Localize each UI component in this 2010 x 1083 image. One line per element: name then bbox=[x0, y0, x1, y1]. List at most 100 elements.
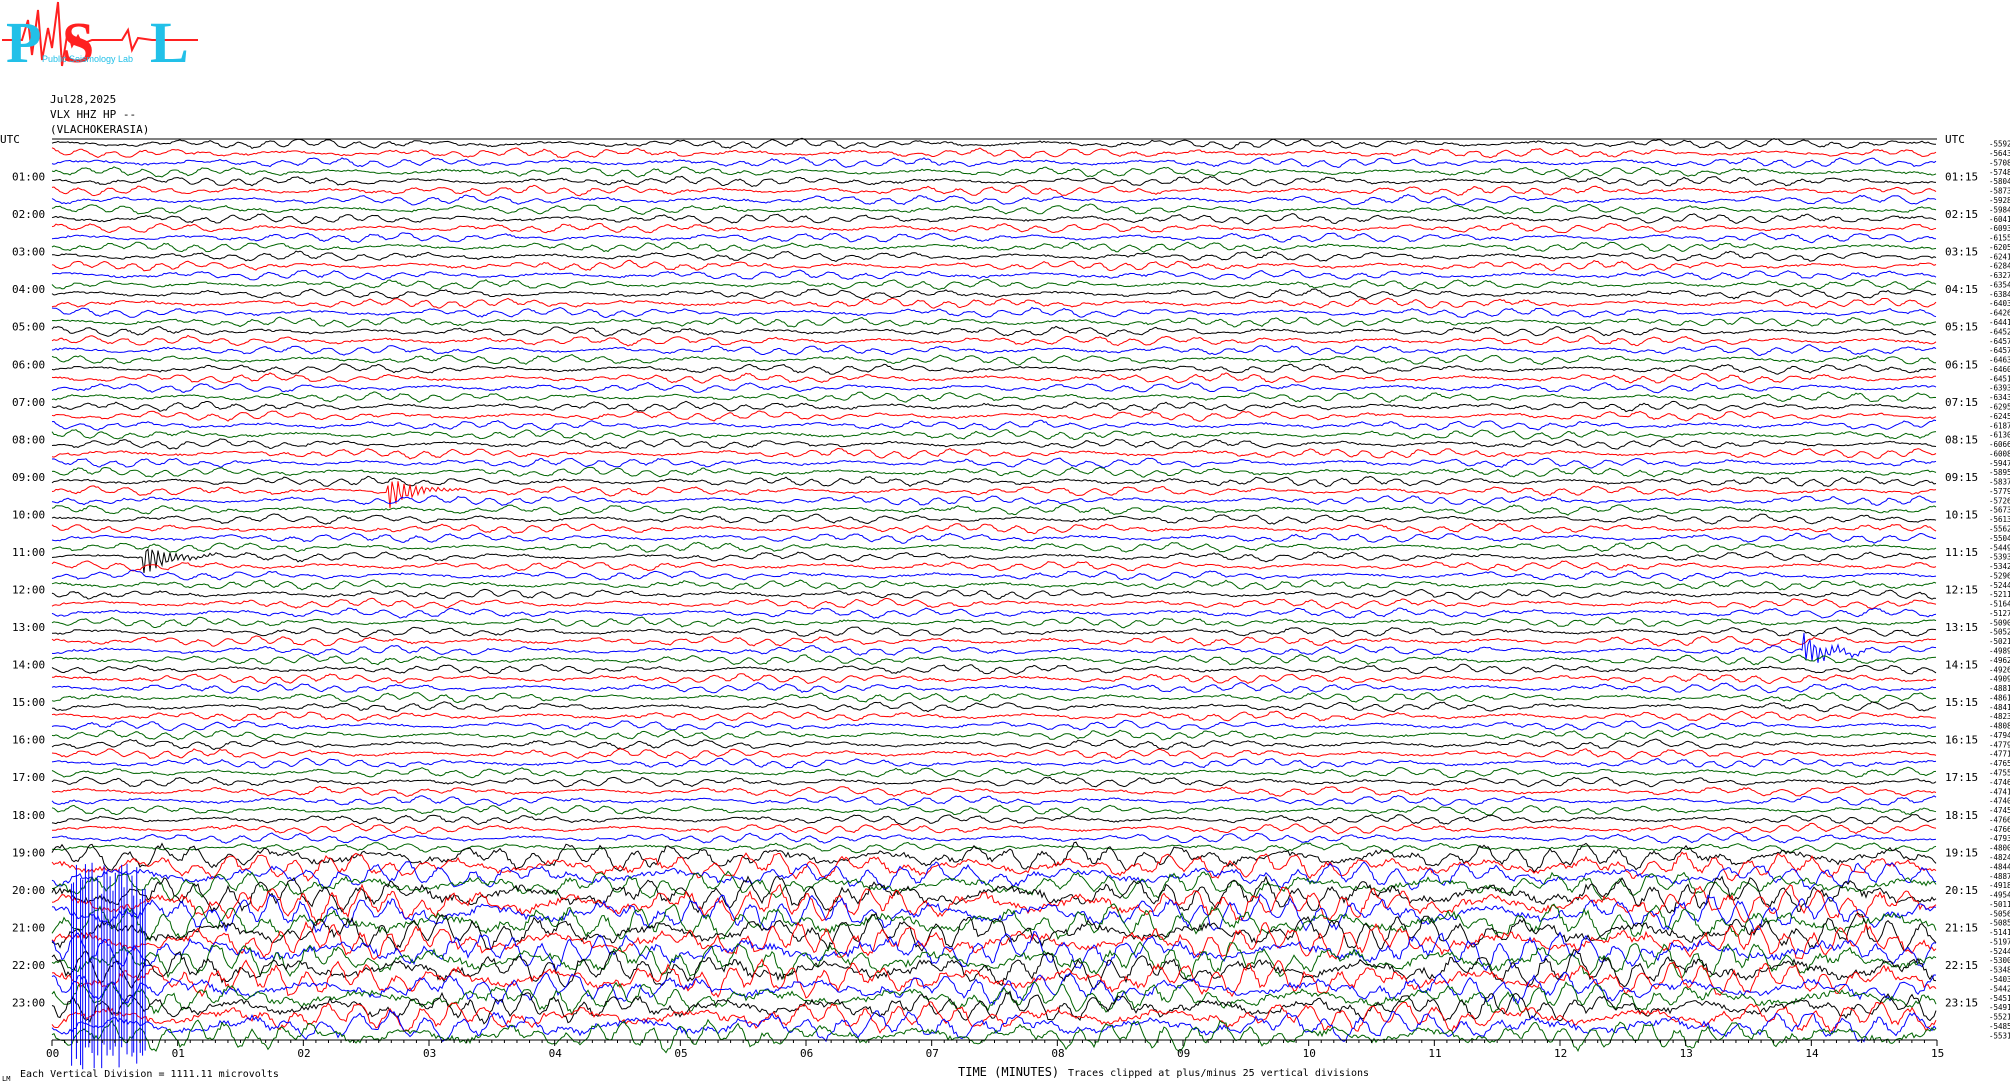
y-tick-label-left: 03:00 bbox=[12, 246, 45, 259]
y-tick-label-right: 07:15 bbox=[1945, 396, 1978, 409]
trace-offset-label: -6205 bbox=[1989, 243, 2010, 252]
trace-offset-label: -5531 bbox=[1989, 1031, 2010, 1040]
y-tick-label-left: 21:00 bbox=[12, 921, 45, 934]
seismic-trace bbox=[51, 626, 1937, 638]
y-tick-label-left: 18:00 bbox=[12, 809, 45, 822]
trace-offset-label: -4823 bbox=[1989, 712, 2010, 721]
y-tick-label-left: 02:00 bbox=[12, 208, 45, 221]
seismic-trace bbox=[51, 503, 1937, 516]
seismic-trace bbox=[51, 137, 1936, 150]
seismic-trace bbox=[51, 804, 1937, 816]
seismic-trace bbox=[52, 673, 1937, 685]
y-tick-label-right: 12:15 bbox=[1945, 584, 1978, 597]
seismic-trace bbox=[51, 175, 1937, 188]
trace-offset-label: -5873 bbox=[1989, 187, 2010, 196]
x-tick-label: 05 bbox=[674, 1047, 687, 1060]
y-tick-label-left: 04:00 bbox=[12, 283, 45, 296]
trace-offset-label: -5708 bbox=[1989, 158, 2010, 167]
seismic-trace bbox=[51, 400, 1937, 413]
y-tick-label-left: 13:00 bbox=[12, 621, 45, 634]
trace-offset-label: -6066 bbox=[1989, 440, 2010, 449]
trace-offset-label: -5141 bbox=[1989, 928, 2010, 937]
x-tick-label: 01 bbox=[172, 1047, 185, 1060]
y-tick-label-left: 16:00 bbox=[12, 734, 45, 747]
y-tick-label-left: 10:00 bbox=[12, 508, 45, 521]
trace-offset-label: -5348 bbox=[1989, 966, 2010, 975]
y-tick-label-right: 13:15 bbox=[1945, 621, 1978, 634]
y-tick-label-left: 19:00 bbox=[12, 846, 45, 859]
trace-offset-label: -5164 bbox=[1989, 600, 2010, 609]
seismic-trace bbox=[51, 560, 1937, 572]
seismic-trace bbox=[51, 166, 1937, 178]
trace-offset-label: -6343 bbox=[1989, 393, 2010, 402]
y-tick-label-right: 10:15 bbox=[1945, 508, 1978, 521]
seismic-trace bbox=[51, 597, 1937, 610]
trace-offset-label: -4954 bbox=[1989, 891, 2010, 900]
seismic-trace bbox=[51, 213, 1937, 225]
seismic-trace bbox=[51, 861, 1937, 891]
trace-offset-label: -4989 bbox=[1989, 647, 2010, 656]
trace-offset-label: -4909 bbox=[1989, 675, 2010, 684]
trace-offset-label: -4881 bbox=[1989, 684, 2010, 693]
trace-offset-label: -6041 bbox=[1989, 215, 2010, 224]
x-tick-label: 07 bbox=[926, 1047, 939, 1060]
trace-offset-label: -6452 bbox=[1989, 327, 2010, 336]
trace-offset-label: -5562 bbox=[1989, 524, 2010, 533]
seismic-trace bbox=[51, 607, 1937, 619]
y-tick-label-left: 01:00 bbox=[12, 171, 45, 184]
trace-offset-label: -5613 bbox=[1989, 515, 2010, 524]
y-tick-label-right: 17:15 bbox=[1945, 771, 1978, 784]
seismic-trace bbox=[51, 447, 1937, 460]
seismic-trace bbox=[51, 841, 1937, 854]
seismic-trace bbox=[51, 832, 1937, 844]
seismic-trace bbox=[51, 222, 1937, 234]
seismic-trace bbox=[51, 692, 1937, 704]
y-tick-label-left: 11:00 bbox=[12, 546, 45, 559]
seismic-trace bbox=[51, 466, 1937, 478]
x-tick-label: 06 bbox=[800, 1047, 813, 1060]
x-tick-label: 10 bbox=[1303, 1047, 1316, 1060]
trace-offset-label: -4824 bbox=[1989, 853, 2010, 862]
y-tick-label-left: 06:00 bbox=[12, 358, 45, 371]
y-tick-label-left: 08:00 bbox=[12, 433, 45, 446]
trace-offset-label: -6403 bbox=[1989, 299, 2010, 308]
vertical-division-note: Each Vertical Division = 1111.11 microvo… bbox=[20, 1069, 279, 1080]
trace-offset-label: -5393 bbox=[1989, 553, 2010, 562]
seismic-trace bbox=[51, 930, 1937, 972]
y-tick-label-right: 05:15 bbox=[1945, 321, 1978, 334]
y-tick-label-right: 04:15 bbox=[1945, 283, 1978, 296]
trace-offset-label: -6463 bbox=[1989, 356, 2010, 365]
trace-offset-label: -6008 bbox=[1989, 449, 2010, 458]
seismic-trace bbox=[51, 354, 1936, 366]
y-tick-label-right: 06:15 bbox=[1945, 358, 1978, 371]
seismic-trace bbox=[51, 522, 1937, 535]
x-tick-label: 03 bbox=[423, 1047, 436, 1060]
seismic-trace bbox=[51, 710, 1937, 722]
seismic-trace bbox=[51, 481, 1937, 509]
x-tick-label: 14 bbox=[1805, 1047, 1819, 1060]
trace-group bbox=[51, 137, 1937, 1070]
seismic-trace bbox=[51, 410, 1937, 422]
x-tick-label: 09 bbox=[1177, 1047, 1190, 1060]
y-tick-label-right: 14:15 bbox=[1945, 659, 1978, 672]
seismic-trace bbox=[51, 325, 1937, 337]
trace-offset-label: -4918 bbox=[1989, 881, 2010, 890]
trace-offset-label: -6441 bbox=[1989, 318, 2010, 327]
trace-offset-label: -4755 bbox=[1989, 769, 2010, 778]
seismic-trace bbox=[51, 259, 1937, 272]
trace-offset-label: -5491 bbox=[1989, 1003, 2010, 1012]
y-tick-label-right: 11:15 bbox=[1945, 546, 1978, 559]
y-tick-label-right: 08:15 bbox=[1945, 433, 1978, 446]
seismic-trace bbox=[51, 203, 1937, 215]
x-tick-label: 04 bbox=[549, 1047, 563, 1060]
seismic-trace bbox=[51, 616, 1937, 629]
trace-offset-label: -5021 bbox=[1989, 637, 2010, 646]
trace-offset-label: -4793 bbox=[1989, 834, 2010, 843]
trace-offset-label: -5197 bbox=[1989, 937, 2010, 946]
trace-offset-label: -6393 bbox=[1989, 384, 2010, 393]
helicorder-plot: -5592-5643-5708-5748-5804-5873-5928-5984… bbox=[0, 133, 2010, 1070]
seismic-trace bbox=[51, 278, 1937, 291]
seismic-trace bbox=[51, 729, 1937, 741]
x-tick-label: 02 bbox=[297, 1047, 310, 1060]
trace-offset-label: -4794 bbox=[1989, 731, 2010, 740]
